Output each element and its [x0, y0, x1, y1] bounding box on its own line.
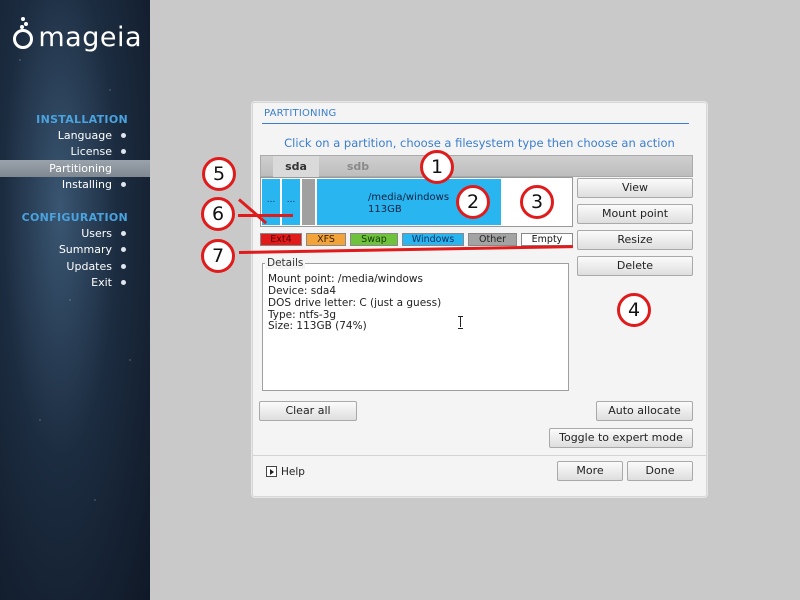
details-heading: Details [265, 257, 306, 269]
footer-divider [252, 455, 707, 456]
view-button[interactable]: View [577, 178, 693, 198]
sidebar-item-exit: Exit [0, 275, 150, 292]
details-drive-letter: DOS drive letter: C (just a guess) [268, 297, 442, 309]
sidebar: mageia INSTALLATION Language License Par… [0, 0, 161, 600]
configuration-heading: CONFIGURATION [21, 211, 128, 224]
help-label[interactable]: Help [281, 466, 305, 478]
text-cursor-icon [458, 316, 463, 329]
help-play-icon[interactable] [266, 466, 277, 477]
step-bullet-icon [121, 132, 126, 138]
partition-segment-sda2[interactable]: ... [282, 179, 300, 225]
sidebar-item-label: Exit [91, 276, 112, 290]
sidebar-item-users: Users [0, 225, 150, 242]
annotation-callout-2: 2 [456, 185, 490, 219]
installation-heading: INSTALLATION [36, 113, 128, 126]
mount-point-button[interactable]: Mount point [577, 204, 693, 224]
partition-mount-label: /media/windows [368, 192, 450, 203]
sidebar-item-label: Users [81, 226, 112, 240]
annotation-callout-1: 1 [420, 150, 454, 184]
auto-allocate-button[interactable]: Auto allocate [596, 401, 693, 421]
partition-size-label: 113GB [368, 204, 402, 215]
logo-text: mageia [38, 21, 142, 53]
sidebar-item-label: Installing [61, 178, 112, 192]
sidebar-item-summary: Summary [0, 242, 150, 259]
sidebar-item-installing: Installing [0, 177, 150, 194]
dialog-title: PARTITIONING [264, 108, 337, 119]
disk-tab-bar: sda sdb [260, 155, 693, 177]
legend-empty[interactable]: Empty [521, 233, 573, 246]
legend-ext4[interactable]: Ext4 [260, 233, 302, 246]
legend-windows[interactable]: Windows [402, 233, 464, 246]
tab-sda[interactable]: sda [273, 156, 319, 177]
instructions-text: Click on a partition, choose a filesyste… [284, 136, 675, 150]
tab-sdb[interactable]: sdb [335, 156, 381, 177]
annotation-callout-4: 4 [617, 293, 651, 327]
legend-other[interactable]: Other [468, 233, 517, 246]
annotation-6-pointer [238, 214, 293, 217]
resize-button[interactable]: Resize [577, 230, 693, 250]
delete-button[interactable]: Delete [577, 256, 693, 276]
clear-all-button[interactable]: Clear all [259, 401, 357, 421]
partition-segment-sda1[interactable]: ... [262, 179, 280, 225]
configuration-steps: Users Summary Updates Exit [0, 225, 150, 291]
step-bullet-icon [121, 149, 126, 155]
sidebar-item-label: Partitioning [49, 161, 112, 175]
sidebar-item-label: Language [57, 128, 112, 142]
annotation-callout-7: 7 [201, 239, 235, 273]
step-bullet-icon [121, 263, 126, 269]
mageia-logo-icon [12, 17, 33, 51]
toggle-expert-mode-button[interactable]: Toggle to expert mode [549, 428, 693, 448]
sidebar-item-partitioning: Partitioning [0, 160, 161, 177]
legend-swap[interactable]: Swap [350, 233, 398, 246]
title-divider [262, 123, 689, 124]
sidebar-background [0, 0, 150, 600]
installation-steps: Language License Partitioning Installing [0, 127, 161, 194]
done-button[interactable]: Done [627, 461, 693, 481]
details-device: Device: sda4 [268, 285, 337, 297]
step-bullet-icon [121, 182, 126, 188]
step-bullet-icon [121, 230, 126, 236]
sidebar-item-license: License [0, 144, 150, 161]
legend-xfs[interactable]: XFS [306, 233, 346, 246]
annotation-callout-3: 3 [520, 185, 554, 219]
mageia-logo: mageia [12, 14, 142, 54]
details-size: Size: 113GB (74%) [268, 320, 367, 332]
annotation-callout-6: 6 [201, 197, 235, 231]
annotation-callout-5: 5 [202, 157, 236, 191]
more-button[interactable]: More [557, 461, 623, 481]
details-mount-point: Mount point: /media/windows [268, 273, 423, 285]
sidebar-item-label: Summary [58, 243, 112, 257]
sidebar-item-label: Updates [66, 259, 112, 273]
step-bullet-icon [121, 247, 126, 253]
partition-segment-sda3[interactable] [302, 179, 315, 225]
sidebar-item-updates: Updates [0, 258, 150, 275]
sidebar-item-language: Language [0, 127, 150, 144]
step-bullet-icon [121, 280, 126, 286]
sidebar-item-label: License [70, 145, 112, 159]
